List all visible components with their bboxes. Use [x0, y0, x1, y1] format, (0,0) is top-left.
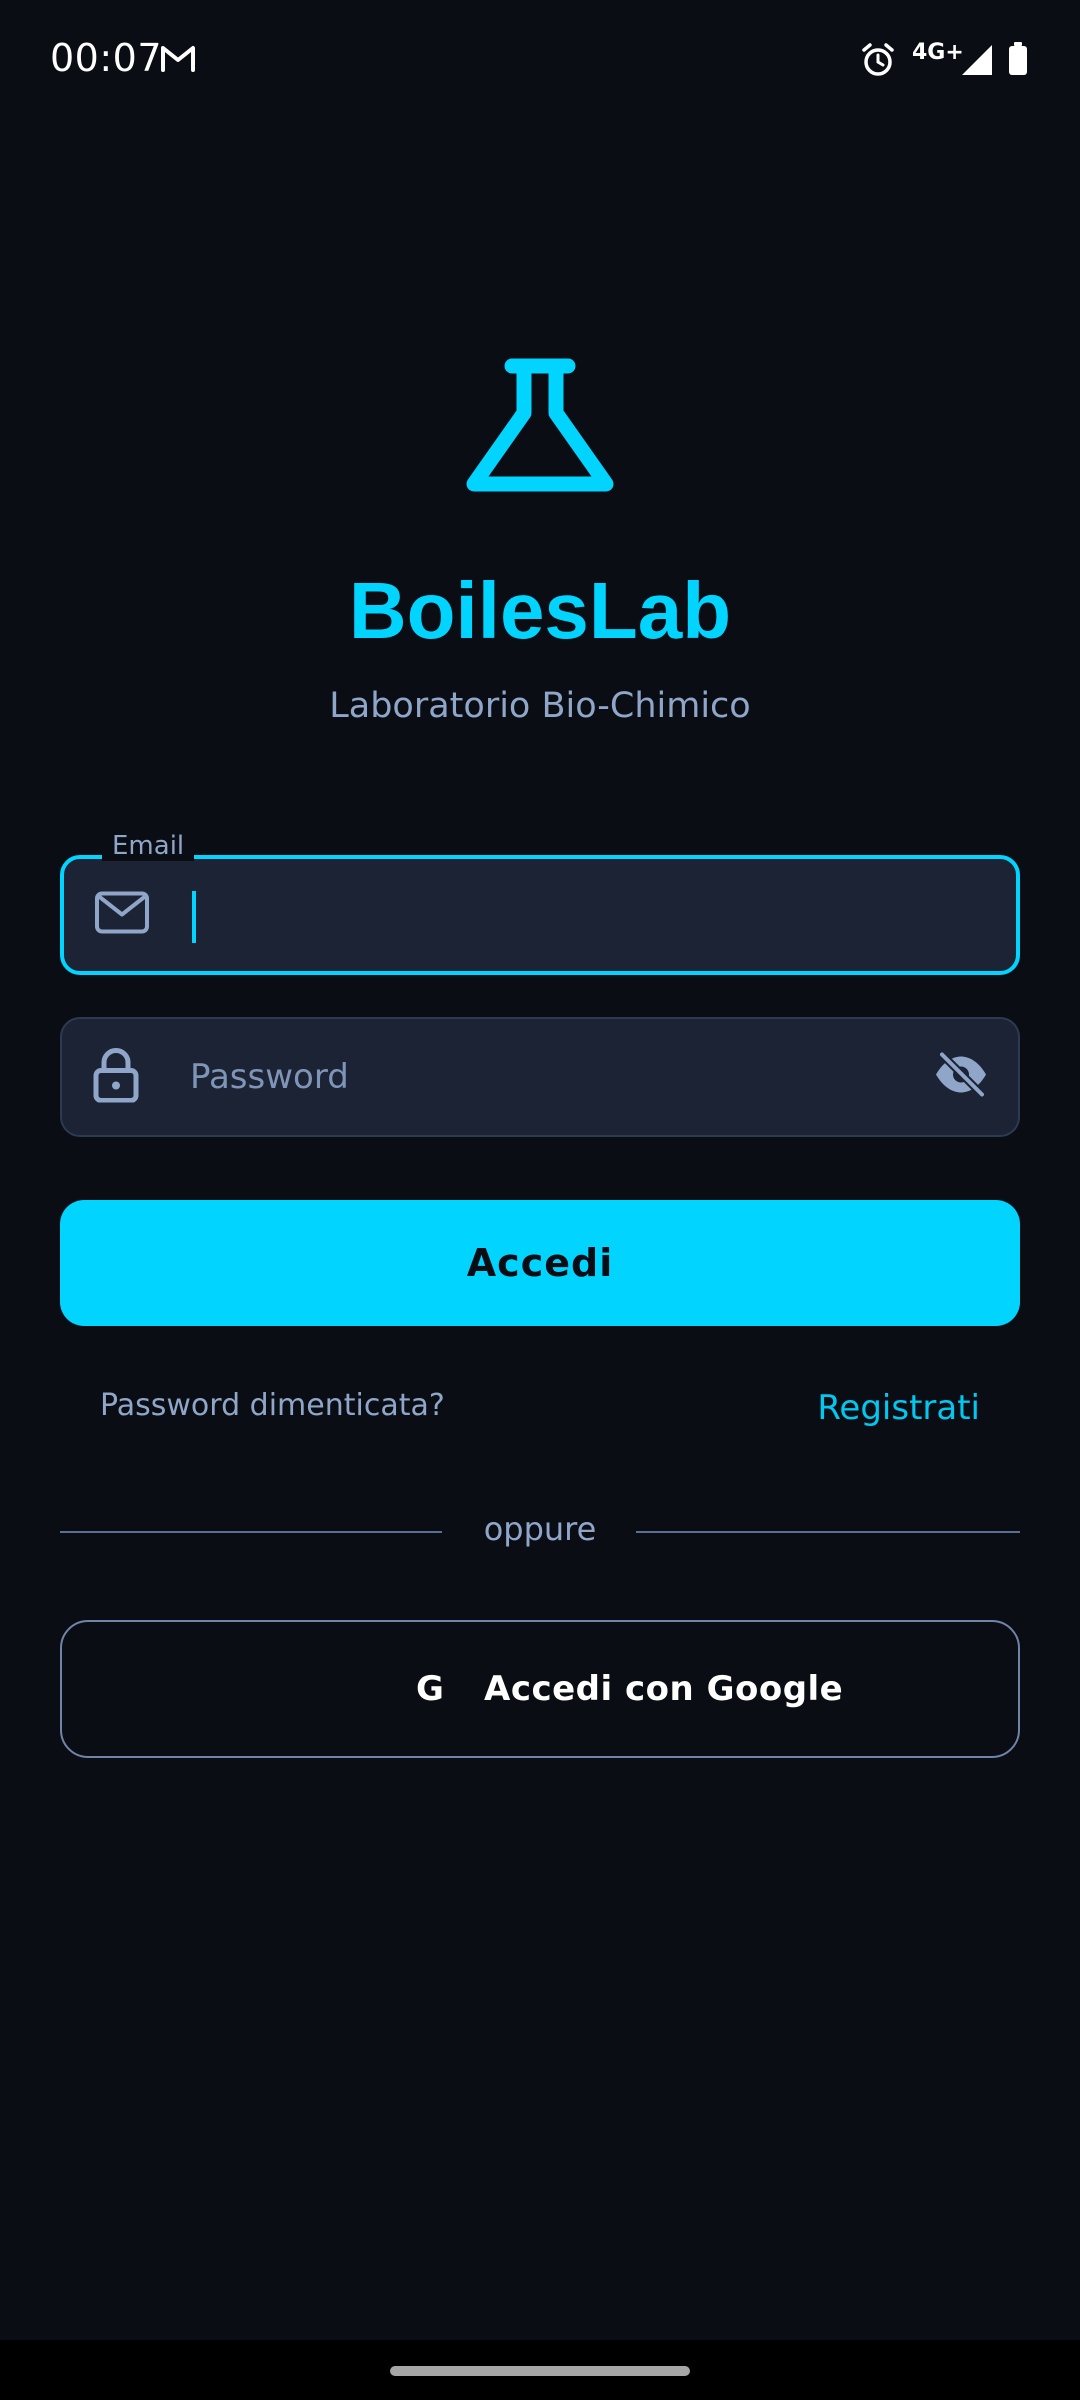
email-label: Email: [102, 831, 195, 861]
text-cursor: [192, 891, 196, 943]
divider-text: oppure: [483, 1510, 597, 1548]
login-button[interactable]: Accedi: [60, 1200, 1020, 1326]
home-indicator[interactable]: [390, 2366, 690, 2376]
battery-icon: [1008, 42, 1028, 81]
password-field[interactable]: [60, 1017, 1020, 1137]
lock-icon: [92, 1047, 140, 1108]
google-icon: G: [416, 1669, 444, 1709]
alarm-icon: [860, 42, 896, 83]
flask-icon: [462, 358, 618, 503]
register-link[interactable]: Registrati: [817, 1388, 980, 1428]
email-field[interactable]: Email: [60, 831, 1020, 975]
divider-line-right: [636, 1531, 1020, 1533]
login-screen: 00:07 4G+ BoilesLab Laboratorio Bio-Chim…: [0, 0, 1080, 2400]
forgot-password-link[interactable]: Password dimenticata?: [100, 1388, 445, 1423]
google-login-button[interactable]: G Accedi con Google: [60, 1620, 1020, 1758]
app-subtitle: Laboratorio Bio-Chimico: [329, 686, 751, 726]
google-button-label: Accedi con Google: [484, 1669, 844, 1709]
mail-icon: [94, 891, 150, 940]
password-input[interactable]: [190, 1019, 930, 1135]
gmail-icon: [160, 44, 196, 77]
status-bar: 00:07 4G+: [0, 0, 1080, 125]
eye-off-icon[interactable]: [932, 1050, 990, 1104]
network-type: 4G+: [912, 40, 964, 65]
status-time: 00:07: [50, 36, 163, 80]
app-title: BoilesLab: [348, 566, 732, 655]
email-input[interactable]: [192, 859, 932, 971]
signal-icon: [960, 44, 994, 81]
